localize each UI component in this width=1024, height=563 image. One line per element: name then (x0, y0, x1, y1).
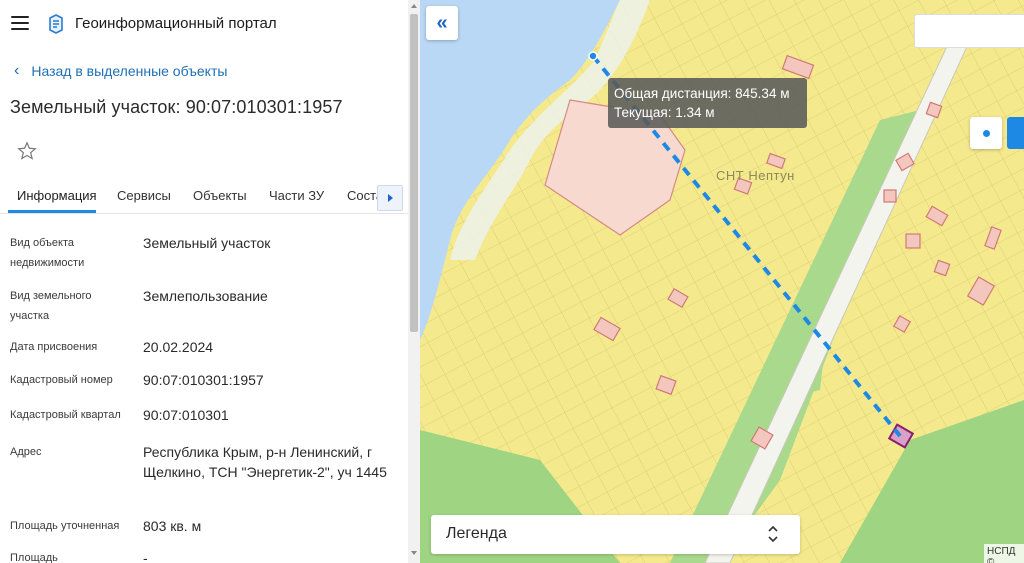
tab-services[interactable]: Сервисы (117, 188, 171, 203)
chevron-left-icon: ‹ (14, 62, 20, 79)
measure-start-point[interactable] (588, 51, 598, 61)
property-label: Кадастровый номер (10, 374, 113, 386)
favorite-star-icon[interactable] (16, 140, 38, 162)
tooltip-current-distance: Текущая: 1.34 м (614, 105, 715, 120)
property-label: Дата присвоения (10, 341, 98, 353)
area-label: СНТ Нептун (716, 168, 795, 183)
tabs-scroll-right-button[interactable] (377, 185, 403, 211)
property-value: 90:07:010301 (143, 407, 229, 423)
legend-dropdown[interactable]: Легенда (431, 515, 800, 554)
app-title: Геоинформационный портал (75, 15, 277, 32)
menu-icon[interactable] (11, 16, 29, 30)
active-tab-indicator (8, 210, 96, 213)
scroll-down-icon[interactable] (411, 551, 417, 555)
tab-objects[interactable]: Объекты (193, 188, 247, 203)
back-link[interactable]: ‹ Назад в выделенные объекты (14, 62, 228, 80)
panel-scrollbar[interactable] (408, 0, 420, 563)
info-panel: Геоинформационный портал ‹ Назад в выдел… (0, 0, 420, 563)
property-value: - (143, 550, 148, 563)
property-value: 20.02.2024 (143, 339, 214, 355)
property-label: Вид земельного участка (10, 290, 92, 322)
location-dot-icon (982, 129, 990, 137)
map-credit: НСПД © (984, 544, 1024, 563)
property-value: Землепользование (143, 288, 268, 304)
side-tool-button[interactable] (1007, 117, 1024, 149)
collapse-panel-button[interactable]: « (426, 6, 458, 40)
location-button[interactable] (970, 117, 1002, 149)
tooltip-total-distance: Общая дистанция: 845.34 м (614, 86, 790, 101)
property-label: Площадь (10, 552, 58, 563)
double-chevron-left-icon: « (436, 11, 448, 34)
property-value: Республика Крым, р-н Ленинский, г Щелкин… (143, 444, 387, 480)
property-label: Кадастровый квартал (10, 409, 121, 421)
property-label: Вид объекта недвижимости (10, 237, 85, 269)
property-value: Земельный участок (143, 235, 271, 251)
page-title: Земельный участок: 90:07:010301:1957 (10, 97, 343, 117)
tab-composition[interactable]: Соста (347, 188, 377, 203)
legend-label: Легенда (446, 525, 507, 542)
property-label: Адрес (10, 446, 42, 458)
top-bar: Геоинформационный портал (0, 0, 408, 48)
map-search-input[interactable] (914, 14, 1024, 48)
measure-tooltip: Общая дистанция: 845.34 м Текущая: 1.34 … (608, 78, 807, 128)
updown-chevron-icon (768, 525, 778, 543)
scroll-up-icon[interactable] (411, 4, 417, 8)
app-root: Геоинформационный портал ‹ Назад в выдел… (0, 0, 1024, 563)
portal-logo-icon (49, 14, 63, 34)
scroll-thumb[interactable] (410, 14, 418, 332)
property-label: Площадь уточненная (10, 520, 120, 532)
property-value: 90:07:010301:1957 (143, 372, 264, 388)
tab-parts[interactable]: Части ЗУ (269, 188, 324, 203)
tab-info[interactable]: Информация (17, 188, 97, 203)
arrow-right-icon (387, 194, 393, 202)
back-link-label: Назад в выделенные объекты (31, 63, 228, 79)
tab-bar: Информация Сервисы Объекты Части ЗУ Сост… (0, 176, 408, 214)
property-value: 803 кв. м (143, 518, 202, 534)
